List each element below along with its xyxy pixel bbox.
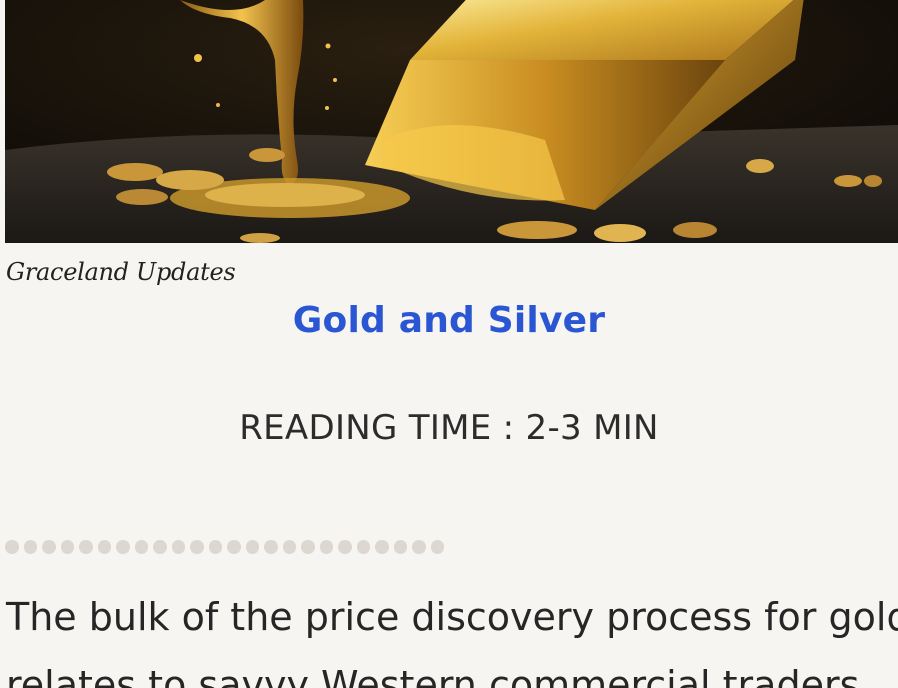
divider-dot [60,540,74,554]
dotted-divider [5,540,444,554]
divider-dot [97,540,111,554]
gold-bar-illustration [5,0,898,243]
divider-dot [153,540,167,554]
divider-dot [190,540,204,554]
divider-dot [301,540,315,554]
article-body: The bulk of the price discovery process … [6,583,898,688]
divider-dot [23,540,37,554]
divider-dot [208,540,222,554]
divider-dot [134,540,148,554]
reading-time-label: READING TIME : 2-3 MIN [239,408,659,448]
divider-dot [375,540,389,554]
divider-dot [430,540,444,554]
source-caption: Graceland Updates [6,258,236,286]
article-body-line: relates to savvy Western commercial trad… [6,663,860,688]
divider-dot [338,540,352,554]
divider-dot [116,540,130,554]
divider-dot [42,540,56,554]
divider-dot [319,540,333,554]
divider-dot [282,540,296,554]
divider-dot [393,540,407,554]
divider-dot [264,540,278,554]
divider-dot [5,540,19,554]
divider-dot [171,540,185,554]
divider-dot [227,540,241,554]
article-body-line: The bulk of the price discovery process … [6,595,898,639]
article-title: Gold and Silver [292,300,606,341]
divider-dot [356,540,370,554]
hero-image [5,0,898,243]
divider-dot [79,540,93,554]
divider-dot [245,540,259,554]
divider-dot [412,540,426,554]
